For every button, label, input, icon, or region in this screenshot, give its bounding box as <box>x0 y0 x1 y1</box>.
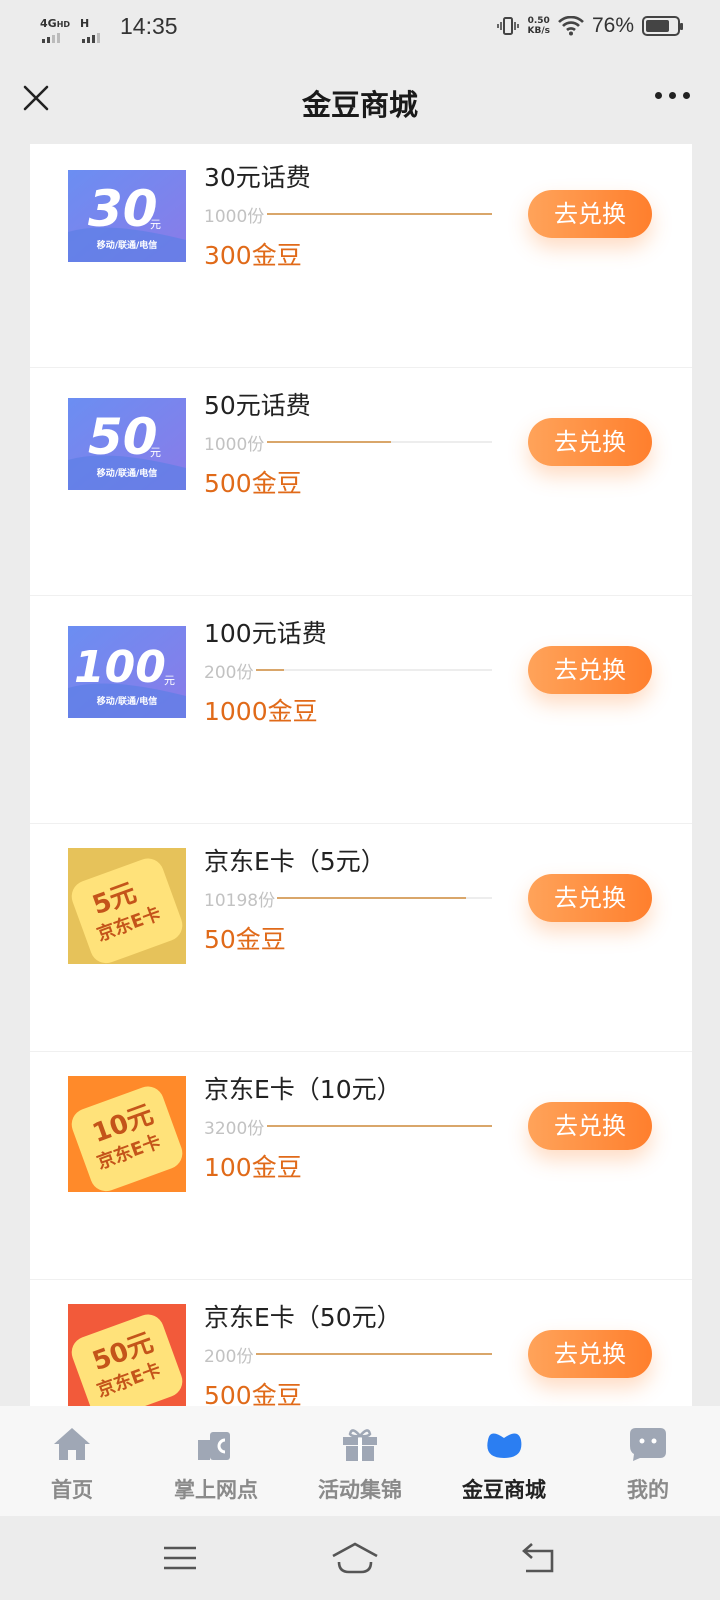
network-type-2: H <box>80 12 101 43</box>
tab-label: 活动集锦 <box>318 1478 402 1502</box>
system-nav-bar <box>0 1516 720 1600</box>
product-price: 500金豆 <box>204 1381 302 1406</box>
thumb-unit: 元 <box>164 674 175 687</box>
bean-icon <box>487 1433 522 1458</box>
product-item[interactable]: 100 元 移动/联通/电信 100元话费 200份 1000金豆 去兑换 <box>30 596 692 824</box>
tab-label: 首页 <box>51 1478 93 1502</box>
home-nav-icon[interactable] <box>330 1538 380 1578</box>
more-icon[interactable] <box>655 92 690 99</box>
signal-bars-icon <box>42 33 70 43</box>
status-bar: 4GHD H 14:35 0.50 KB/s 76% <box>0 0 720 56</box>
product-item[interactable]: 10元 京东E卡 京东E卡（10元） 3200份 100金豆 去兑换 <box>30 1052 692 1280</box>
exchange-button[interactable]: 去兑换 <box>528 190 652 238</box>
thumb-sub: 移动/联通/电信 <box>97 695 158 707</box>
product-name: 30元话费 <box>204 163 311 192</box>
back-icon[interactable] <box>518 1538 558 1578</box>
stock-progress-bar <box>277 897 492 899</box>
product-item[interactable]: 30 元 移动/联通/电信 30元话费 1000份 300金豆 去兑换 <box>30 144 692 368</box>
product-price: 500金豆 <box>204 469 302 498</box>
thumb-sub: 移动/联通/电信 <box>97 239 158 251</box>
stock-progress-bar <box>256 1353 492 1355</box>
jd-card-image: 5元 京东E卡 <box>68 848 186 964</box>
thumb-value: 100 <box>74 642 166 693</box>
product-name: 京东E卡（10元） <box>204 1075 402 1104</box>
battery-icon <box>642 16 683 36</box>
status-right: 0.50 KB/s 76% <box>497 14 683 38</box>
page-title: 金豆商城 <box>301 88 418 122</box>
stock-progress-fill <box>256 1353 492 1355</box>
product-stock: 3200份 <box>204 1119 265 1139</box>
tab-profile[interactable]: 我的 <box>576 1406 720 1516</box>
product-item[interactable]: 50 元 移动/联通/电信 50元话费 1000份 500金豆 去兑换 <box>30 368 692 596</box>
thumb-unit: 元 <box>150 218 161 231</box>
phone-credit-image: 100 元 移动/联通/电信 <box>68 626 186 718</box>
tab-bar: 首页 掌上网点 活动集锦 金豆商城 我的 <box>0 1406 720 1516</box>
exchange-button[interactable]: 去兑换 <box>528 418 652 466</box>
exchange-button[interactable]: 去兑换 <box>528 874 652 922</box>
profile-icon <box>630 1428 666 1461</box>
stock-progress-bar <box>266 441 492 443</box>
thumb-unit: 元 <box>150 446 161 459</box>
thumb-value: 30 <box>88 180 158 238</box>
product-price: 300金豆 <box>204 241 302 270</box>
menu-icon[interactable] <box>160 1538 200 1578</box>
product-name: 100元话费 <box>204 619 327 648</box>
stock-progress-fill <box>266 1125 492 1127</box>
product-name: 50元话费 <box>204 391 311 420</box>
network-speed: 0.50 KB/s <box>527 16 550 36</box>
stock-progress-bar <box>256 669 492 671</box>
product-stock: 1000份 <box>204 435 265 455</box>
product-price: 1000金豆 <box>204 697 318 726</box>
stock-progress-fill <box>266 441 391 443</box>
product-stock: 1000份 <box>204 207 265 227</box>
product-item[interactable]: 5元 京东E卡 京东E卡（5元） 10198份 50金豆 去兑换 <box>30 824 692 1052</box>
battery-percent: 76% <box>591 14 634 37</box>
exchange-button[interactable]: 去兑换 <box>528 1102 652 1150</box>
tab-label: 掌上网点 <box>174 1478 258 1502</box>
branch-icon <box>198 1432 230 1460</box>
exchange-button[interactable]: 去兑换 <box>528 1330 652 1378</box>
tab-branch[interactable]: 掌上网点 <box>144 1406 288 1516</box>
phone-credit-image: 30 元 移动/联通/电信 <box>68 170 186 262</box>
tab-gift[interactable]: 活动集锦 <box>288 1406 432 1516</box>
tab-label: 金豆商城 <box>462 1478 546 1502</box>
tab-home[interactable]: 首页 <box>0 1406 144 1516</box>
signal-indicators: 4GHD H <box>40 12 101 43</box>
signal-bars-icon-2 <box>82 33 101 43</box>
stock-progress-fill <box>277 897 467 899</box>
stock-progress-bar <box>266 213 492 215</box>
stock-progress-bar <box>266 1125 492 1127</box>
tab-label: 我的 <box>627 1478 669 1502</box>
gift-icon <box>343 1429 377 1461</box>
clock: 14:35 <box>120 13 178 39</box>
jd-card-image: 50元 京东E卡 <box>68 1304 186 1406</box>
stock-progress-fill <box>266 213 492 215</box>
network-type: 4GHD <box>40 12 70 43</box>
wifi-icon <box>558 16 584 36</box>
product-item[interactable]: 50元 京东E卡 京东E卡（50元） 200份 500金豆 去兑换 <box>30 1280 692 1406</box>
product-list[interactable]: 30 元 移动/联通/电信 30元话费 1000份 300金豆 去兑换 50 元 移动… <box>30 144 692 1406</box>
product-price: 50金豆 <box>204 925 286 954</box>
vibrate-icon <box>497 17 520 35</box>
home-icon <box>54 1428 90 1460</box>
jd-card-image: 10元 京东E卡 <box>68 1076 186 1192</box>
title-bar: 金豆商城 <box>0 56 720 144</box>
product-stock: 200份 <box>204 663 254 683</box>
product-price: 100金豆 <box>204 1153 302 1182</box>
exchange-button[interactable]: 去兑换 <box>528 646 652 694</box>
stock-progress-fill <box>256 669 285 671</box>
product-name: 京东E卡（50元） <box>204 1303 402 1332</box>
product-stock: 200份 <box>204 1347 254 1367</box>
product-stock: 10198份 <box>204 891 276 911</box>
tab-bean[interactable]: 金豆商城 <box>432 1406 576 1516</box>
product-name: 京东E卡（5元） <box>204 847 386 876</box>
phone-credit-image: 50 元 移动/联通/电信 <box>68 398 186 490</box>
thumb-sub: 移动/联通/电信 <box>97 467 158 479</box>
thumb-value: 50 <box>88 408 158 466</box>
